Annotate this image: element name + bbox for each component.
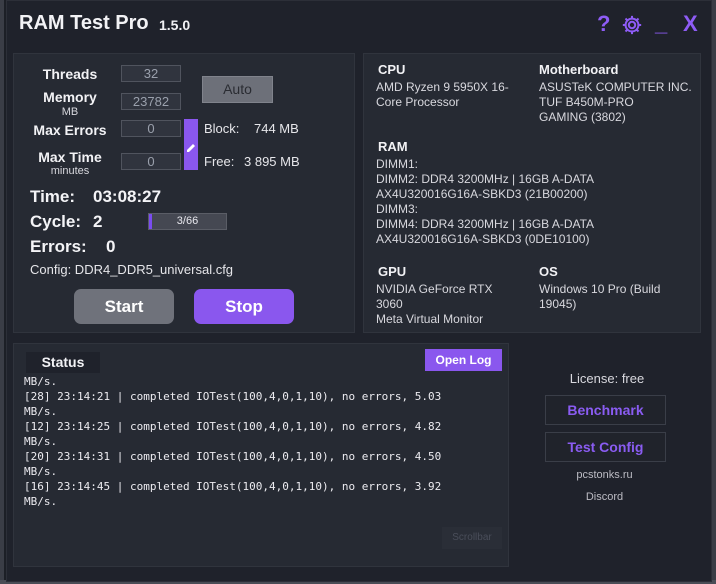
gpu-value-line: 3060 — [376, 297, 403, 311]
max-errors-field[interactable]: 0 — [121, 120, 181, 137]
block-label: Block: — [204, 121, 240, 136]
memory-label: Memory — [43, 89, 97, 105]
gear-icon[interactable] — [621, 14, 643, 41]
cpu-heading: CPU — [378, 62, 406, 77]
ram-value-line: DIMM3: — [376, 202, 418, 216]
max-time-label: Max Time — [38, 149, 102, 165]
stop-button[interactable]: Stop — [194, 289, 294, 324]
log-line: MB/s. — [24, 405, 58, 418]
ram-value-line: DIMM1: — [376, 157, 418, 171]
app-title: RAM Test Pro — [19, 12, 149, 34]
gpu-value: NVIDIA GeForce RTX 3060 Meta Virtual Monit… — [376, 282, 526, 327]
cpu-value-line: Core Processor — [376, 95, 460, 109]
log-line: MB/s. — [24, 465, 58, 478]
ram-value-line: DIMM2: DDR4 3200MHz | 16GB A-DATA — [376, 172, 595, 186]
motherboard-value-line: TUF B450M-PRO — [539, 95, 634, 109]
status-log: MB/s. [28] 23:14:21 | completed IOTest(10… — [24, 374, 504, 514]
os-heading: OS — [539, 264, 558, 279]
app-version: 1.5.0 — [159, 17, 191, 33]
motherboard-value-line: ASUSTeK COMPUTER INC. — [539, 80, 692, 94]
background-edge-left — [0, 0, 4, 584]
log-line: [12] 23:14:25 | completed IOTest(100,4,0… — [24, 420, 442, 433]
motherboard-value-line: GAMING (3802) — [539, 110, 626, 124]
system-info-panel: CPU AMD Ryzen 9 5950X 16- Core Processor … — [363, 53, 701, 333]
app-window: RAM Test Pro 1.5.0 ? _ X Threads 32 Memo… — [6, 0, 712, 582]
max-time-unit: minutes — [50, 165, 90, 177]
benchmark-button[interactable]: Benchmark — [545, 395, 666, 425]
background-edge-right — [712, 0, 716, 584]
website-link[interactable]: pcstonks.ru — [547, 469, 662, 481]
start-button[interactable]: Start — [74, 289, 174, 324]
test-config-button[interactable]: Test Config — [545, 432, 666, 462]
free-value: 3 895 MB — [244, 154, 300, 169]
log-line: MB/s. — [24, 495, 58, 508]
ram-value-line: AX4U320016G16A-SBKD3 (0DE10100) — [376, 232, 590, 246]
motherboard-heading: Motherboard — [539, 62, 619, 77]
status-panel: Status Open Log MB/s. [28] 23:14:21 | com… — [13, 343, 509, 567]
time-label: Time: — [30, 187, 76, 206]
cpu-value: AMD Ryzen 9 5950X 16- Core Processor — [376, 80, 526, 110]
cycle-progress-text: 3/66 — [176, 215, 199, 227]
config-label: Config: DDR4_DDR5_universal.cfg — [30, 262, 234, 277]
time-value: 03:08:27 — [93, 187, 162, 206]
license-label: License: free — [569, 371, 645, 386]
close-icon[interactable]: X — [683, 11, 698, 37]
cycle-label: Cycle: — [30, 212, 82, 231]
scrollbar[interactable]: Scrollbar — [442, 527, 502, 549]
log-line: [16] 23:14:45 | completed IOTest(100,4,0… — [24, 480, 442, 493]
log-line: MB/s. — [24, 435, 58, 448]
gpu-value-line: Meta Virtual Monitor — [376, 312, 484, 326]
threads-label: Threads — [42, 66, 98, 82]
open-log-button[interactable]: Open Log — [425, 349, 502, 371]
threads-field[interactable]: 32 — [121, 65, 181, 82]
discord-link[interactable]: Discord — [547, 491, 662, 503]
auto-button[interactable]: Auto — [202, 76, 273, 103]
cycle-progress-bar: 3/66 — [148, 213, 227, 230]
help-icon[interactable]: ? — [597, 11, 610, 37]
motherboard-value: ASUSTeK COMPUTER INC. TUF B450M-PRO GAMING… — [539, 80, 699, 125]
cycle-value: 2 — [93, 212, 103, 231]
os-value-line: 19045) — [539, 297, 577, 311]
max-errors-label: Max Errors — [33, 122, 107, 138]
log-line: [28] 23:14:21 | completed IOTest(100,4,0… — [24, 390, 442, 403]
minimize-icon[interactable]: _ — [655, 11, 667, 37]
errors-value: 0 — [106, 237, 116, 256]
ram-value-line: AX4U320016G16A-SBKD3 (21B00200) — [376, 187, 588, 201]
free-label: Free: — [204, 154, 235, 169]
ram-value-line: DIMM4: DDR4 3200MHz | 16GB A-DATA — [376, 217, 595, 231]
os-value-line: Windows 10 Pro (Build — [539, 282, 661, 296]
gpu-value-line: NVIDIA GeForce RTX — [376, 282, 493, 296]
ram-heading: RAM — [378, 139, 408, 154]
gpu-heading: GPU — [378, 264, 407, 279]
edit-limits-button[interactable] — [184, 119, 198, 170]
max-time-field[interactable]: 0 — [121, 153, 181, 170]
os-value: Windows 10 Pro (Build 19045) — [539, 282, 699, 312]
status-title: Status — [26, 352, 100, 373]
block-value: 744 MB — [254, 121, 299, 136]
errors-label: Errors: — [30, 237, 87, 256]
ram-value: DIMM1: DIMM2: DDR4 3200MHz | 16GB A-DATA A… — [376, 157, 696, 247]
controls-panel: Threads 32 Memory MB 23782 Auto Max Erro… — [13, 53, 355, 333]
cpu-value-line: AMD Ryzen 9 5950X 16- — [376, 80, 509, 94]
log-line: [20] 23:14:31 | completed IOTest(100,4,0… — [24, 450, 442, 463]
title-bar: RAM Test Pro 1.5.0 ? _ X — [7, 1, 711, 47]
pencil-icon — [187, 144, 195, 152]
memory-field[interactable]: 23782 — [121, 93, 181, 110]
log-line: MB/s. — [24, 375, 58, 388]
memory-unit: MB — [61, 106, 79, 118]
